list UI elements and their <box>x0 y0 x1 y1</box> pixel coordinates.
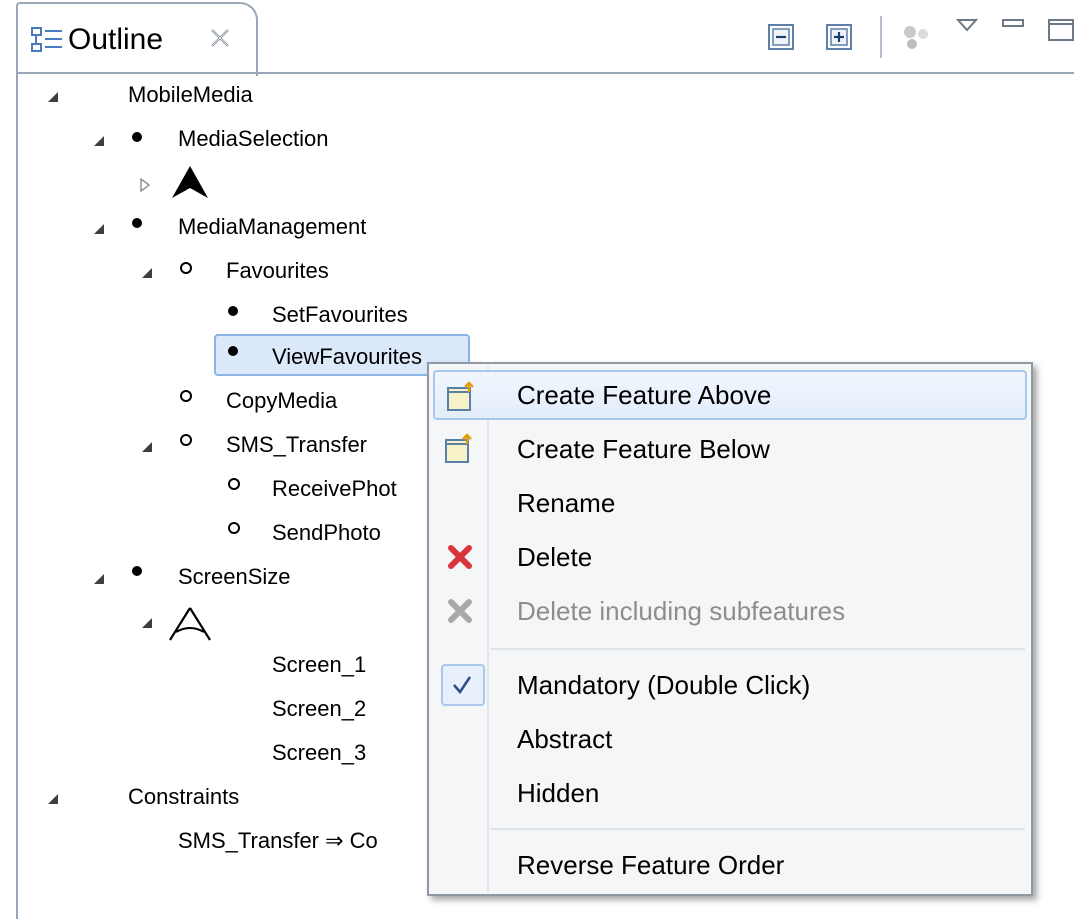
menu-item-hidden[interactable]: Hidden <box>433 768 1027 818</box>
menu-item-mandatory[interactable]: Mandatory (Double Click) <box>433 660 1027 710</box>
menu-item-delete[interactable]: Delete <box>433 532 1027 582</box>
mandatory-icon <box>228 306 238 316</box>
or-group-icon <box>169 607 211 641</box>
expanded-arrow-icon[interactable] <box>140 266 154 280</box>
create-feature-below-icon <box>445 433 472 463</box>
mandatory-icon <box>132 566 142 576</box>
optional-icon <box>180 262 192 274</box>
optional-icon <box>228 522 240 534</box>
tree-item-screensize[interactable]: ScreenSize <box>178 560 291 594</box>
menu-separator <box>491 648 1025 650</box>
mandatory-icon <box>132 218 142 228</box>
tree-item-mobilemedia[interactable]: MobileMedia <box>128 78 253 112</box>
optional-icon <box>180 434 192 446</box>
expanded-arrow-icon[interactable] <box>140 616 154 630</box>
view-title: Outline <box>68 23 164 56</box>
checkmark-icon <box>453 676 472 695</box>
toolbar-separator <box>880 16 882 58</box>
menu-item-delete-including-subfeatures[interactable]: Delete including subfeatures <box>433 586 1027 636</box>
context-menu: Create Feature Above Create Feature Belo… <box>427 362 1033 896</box>
menu-item-create-feature-above[interactable]: Create Feature Above <box>433 370 1027 420</box>
outline-view: Outline MobileMedia MediaSelection Media… <box>0 0 1074 919</box>
expanded-arrow-icon[interactable] <box>46 90 60 104</box>
menu-item-abstract[interactable]: Abstract <box>433 714 1027 764</box>
outline-tab[interactable]: Outline <box>16 2 258 76</box>
tree-item-screen-1[interactable]: Screen_1 <box>272 648 366 682</box>
view-menu-icon[interactable] <box>954 14 980 40</box>
expanded-arrow-icon[interactable] <box>92 222 106 236</box>
menu-separator <box>491 828 1025 830</box>
mandatory-icon <box>132 132 142 142</box>
expanded-arrow-icon[interactable] <box>92 134 106 148</box>
outline-icon <box>31 27 62 52</box>
expand-all-icon[interactable] <box>826 24 852 50</box>
expanded-arrow-icon[interactable] <box>92 572 106 586</box>
tree-item-constraint[interactable]: SMS_Transfer ⇒ Co <box>178 824 378 858</box>
tree-item-setfavourites[interactable]: SetFavourites <box>272 298 408 332</box>
collapsed-arrow-icon[interactable] <box>138 178 152 192</box>
menu-item-reverse-feature-order[interactable]: Reverse Feature Order <box>433 840 1027 890</box>
alternative-group-icon <box>172 166 208 198</box>
tree-item-sms-transfer[interactable]: SMS_Transfer <box>226 428 367 462</box>
menu-item-rename[interactable]: Rename <box>433 478 1027 528</box>
collapse-all-icon[interactable] <box>768 24 794 50</box>
optional-icon <box>228 478 240 490</box>
tree-item-constraints[interactable]: Constraints <box>128 780 239 814</box>
tree-item-receivephoto[interactable]: ReceivePhot <box>272 472 397 506</box>
menu-item-create-feature-below[interactable]: Create Feature Below <box>433 424 1027 474</box>
delete-icon <box>448 545 472 569</box>
tree-item-mediamanagement[interactable]: MediaManagement <box>178 210 366 244</box>
view-tab-bar: Outline <box>0 0 1074 80</box>
expanded-arrow-icon[interactable] <box>140 440 154 454</box>
create-feature-above-icon <box>447 381 474 411</box>
expanded-arrow-icon[interactable] <box>46 792 60 806</box>
tree-item-copymedia[interactable]: CopyMedia <box>226 384 337 418</box>
tree-item-viewfavourites[interactable]: ViewFavourites <box>272 340 422 374</box>
tree-item-mediaselection[interactable]: MediaSelection <box>178 122 328 156</box>
tree-item-screen-2[interactable]: Screen_2 <box>272 692 366 726</box>
filter-icon[interactable] <box>900 24 934 50</box>
tree-item-screen-3[interactable]: Screen_3 <box>272 736 366 770</box>
tree-item-favourites[interactable]: Favourites <box>226 254 329 288</box>
mandatory-icon <box>228 346 238 356</box>
minimize-icon[interactable] <box>1000 16 1026 42</box>
maximize-icon[interactable] <box>1046 16 1074 42</box>
close-icon[interactable] <box>208 26 232 50</box>
tree-item-sendphoto[interactable]: SendPhoto <box>272 516 381 550</box>
optional-icon <box>180 390 192 402</box>
delete-disabled-icon <box>448 599 472 623</box>
